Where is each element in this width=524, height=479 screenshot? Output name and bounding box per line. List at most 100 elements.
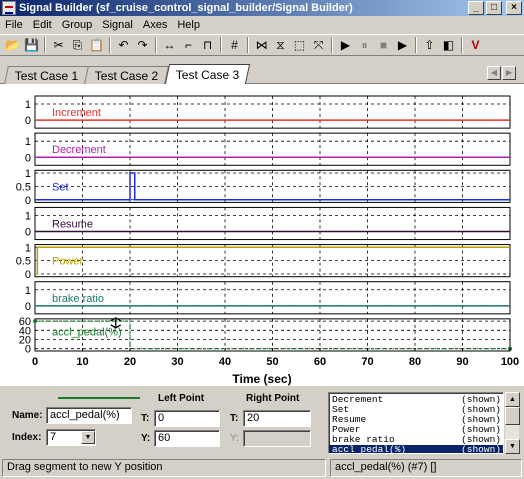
hline-icon[interactable]: ↔ [160,36,179,54]
stop-icon[interactable]: ■ [374,36,393,54]
tab-scroll-left-button[interactable]: ◀ [487,66,501,80]
fit-icon[interactable]: ⤧ [309,36,328,54]
menu-help[interactable]: Help [172,19,205,31]
x-tick-label: 50 [266,356,278,368]
zoom-x-icon[interactable]: ⋈ [252,36,271,54]
x-tick-label: 60 [314,356,326,368]
title-bar: Signal Builder (sf_cruise_control_signal… [0,0,524,16]
verify-icon[interactable]: V [466,36,485,54]
redo-icon[interactable]: ↷ [133,36,152,54]
signal-list[interactable]: Decrement (shown) Set (shown) Resume (shown) P… [328,392,504,454]
signal-name-input[interactable]: accl_pedal(%) [46,407,132,424]
scroll-up-icon[interactable]: ▲ [505,392,520,407]
cut-icon[interactable]: ✂ [49,36,68,54]
tab-scroll-buttons: ◀ ▶ [487,66,516,80]
pulse-icon[interactable]: ⊓ [198,36,217,54]
y-tick-label: 1 [25,210,31,222]
toolbar-separator [44,37,46,53]
signal-axis-box[interactable] [34,132,511,166]
grid-icon[interactable]: # [225,36,244,54]
line-style-sample[interactable] [58,397,140,399]
signal-list-name: accl pedal(%) [332,444,407,454]
menu-group[interactable]: Group [57,19,98,31]
name-label: Name: [12,410,43,421]
left-point-t-input[interactable]: 0 [154,410,220,427]
minimize-button[interactable]: _ [468,1,484,15]
x-axis-label: Time (sec) [232,372,292,386]
x-tick-label: 20 [124,356,136,368]
signal-axis-box[interactable] [34,206,511,241]
y-tick-label: 1 [25,285,31,297]
left-t-label: T: [141,413,150,424]
signal-axis-box[interactable] [34,281,511,315]
pause-icon[interactable]: ⏸ [355,36,374,54]
y-tick-label: 1 [25,136,31,148]
y-tick-label: 0.5 [16,256,31,268]
status-bar: Drag segment to new Y position accl_peda… [0,457,524,479]
signal-name-label: Resume [52,219,93,231]
test-case-tabs: Test Case 1 Test Case 2 Test Case 3 [4,64,251,84]
menu-bar: File Edit Group Signal Axes Help [0,16,524,34]
save-icon[interactable]: 💾 [22,36,41,54]
scrollbar-thumb[interactable] [505,407,520,425]
menu-edit[interactable]: Edit [28,19,57,31]
window-title: Signal Builder (sf_cruise_control_signal… [19,2,353,14]
x-tick-label: 10 [76,356,88,368]
tab-test-case-3[interactable]: Test Case 3 [164,64,251,84]
model-icon[interactable]: ◧ [439,36,458,54]
x-tick-label: 70 [361,356,373,368]
toolbar-separator [109,37,111,53]
y-tick-label: 1 [25,242,31,254]
run-all-icon[interactable]: ▶ [393,36,412,54]
open-icon[interactable]: 📂 [3,36,22,54]
zoom-y-icon[interactable]: ⧖ [271,36,290,54]
signal-list-item[interactable]: accl pedal(%) (shown) [329,444,503,454]
y-tick-label: 1 [25,99,31,111]
left-point-y-input[interactable]: 60 [154,430,220,447]
copy-icon[interactable]: ⎘ [68,36,87,54]
signal-name-label: Set [52,181,69,193]
chevron-down-icon[interactable]: ▼ [81,431,95,444]
y-tick-label: 0 [25,301,31,313]
paste-icon[interactable]: 📋 [87,36,106,54]
x-tick-label: 90 [456,356,468,368]
y-tick-label: 0 [25,227,31,239]
menu-axes[interactable]: Axes [138,19,172,31]
signal-builder-app-icon [2,1,16,15]
undo-icon[interactable]: ↶ [114,36,133,54]
right-t-label: T: [230,413,239,424]
tab-test-case-1[interactable]: Test Case 1 [4,66,90,84]
signal-point-handle[interactable] [33,319,37,324]
right-y-label: Y: [230,433,240,444]
index-label: Index: [12,432,42,443]
status-message: Drag segment to new Y position [2,459,326,477]
y-tick-label: 0 [25,152,31,164]
signal-name-label: brake ratio [52,293,104,305]
left-point-heading: Left Point [158,393,205,404]
left-y-label: Y: [141,433,151,444]
step-up-icon[interactable]: ⌐ [179,36,198,54]
goto-model-icon[interactable]: ⇧ [420,36,439,54]
y-tick-label: 0 [25,195,31,207]
toolbar-separator [461,37,463,53]
tab-scroll-right-button[interactable]: ▶ [502,66,516,80]
play-icon[interactable]: ▶ [336,36,355,54]
signal-properties-panel: Name: accl_pedal(%) Index: 7 ▼ Left Poin… [0,386,524,456]
y-tick-label: 0 [25,115,31,127]
menu-signal[interactable]: Signal [97,19,138,31]
toolbar-separator [155,37,157,53]
signal-axis-box[interactable] [34,95,511,129]
maximize-button[interactable]: □ [486,1,502,15]
close-button[interactable]: × [506,1,522,15]
status-selection: accl_pedal(%) (#7) [] [330,459,522,477]
zoom-box-icon[interactable]: ⬚ [290,36,309,54]
y-tick-label: 1 [25,168,31,180]
signal-list-state: (shown) [461,444,501,454]
signal-list-scrollbar[interactable]: ▲ ▼ [504,392,520,454]
signal-plot-panel: 0 1 Increment 0 1 Decrement 0 0.5 1 Set 0 1 Resume 0 0… [0,84,524,386]
tab-test-case-2[interactable]: Test Case 2 [84,66,170,84]
right-point-t-input[interactable]: 20 [243,410,311,427]
signal-name-label: accl_pedal(%) [52,326,122,338]
scroll-down-icon[interactable]: ▼ [505,439,520,454]
menu-file[interactable]: File [0,19,28,31]
